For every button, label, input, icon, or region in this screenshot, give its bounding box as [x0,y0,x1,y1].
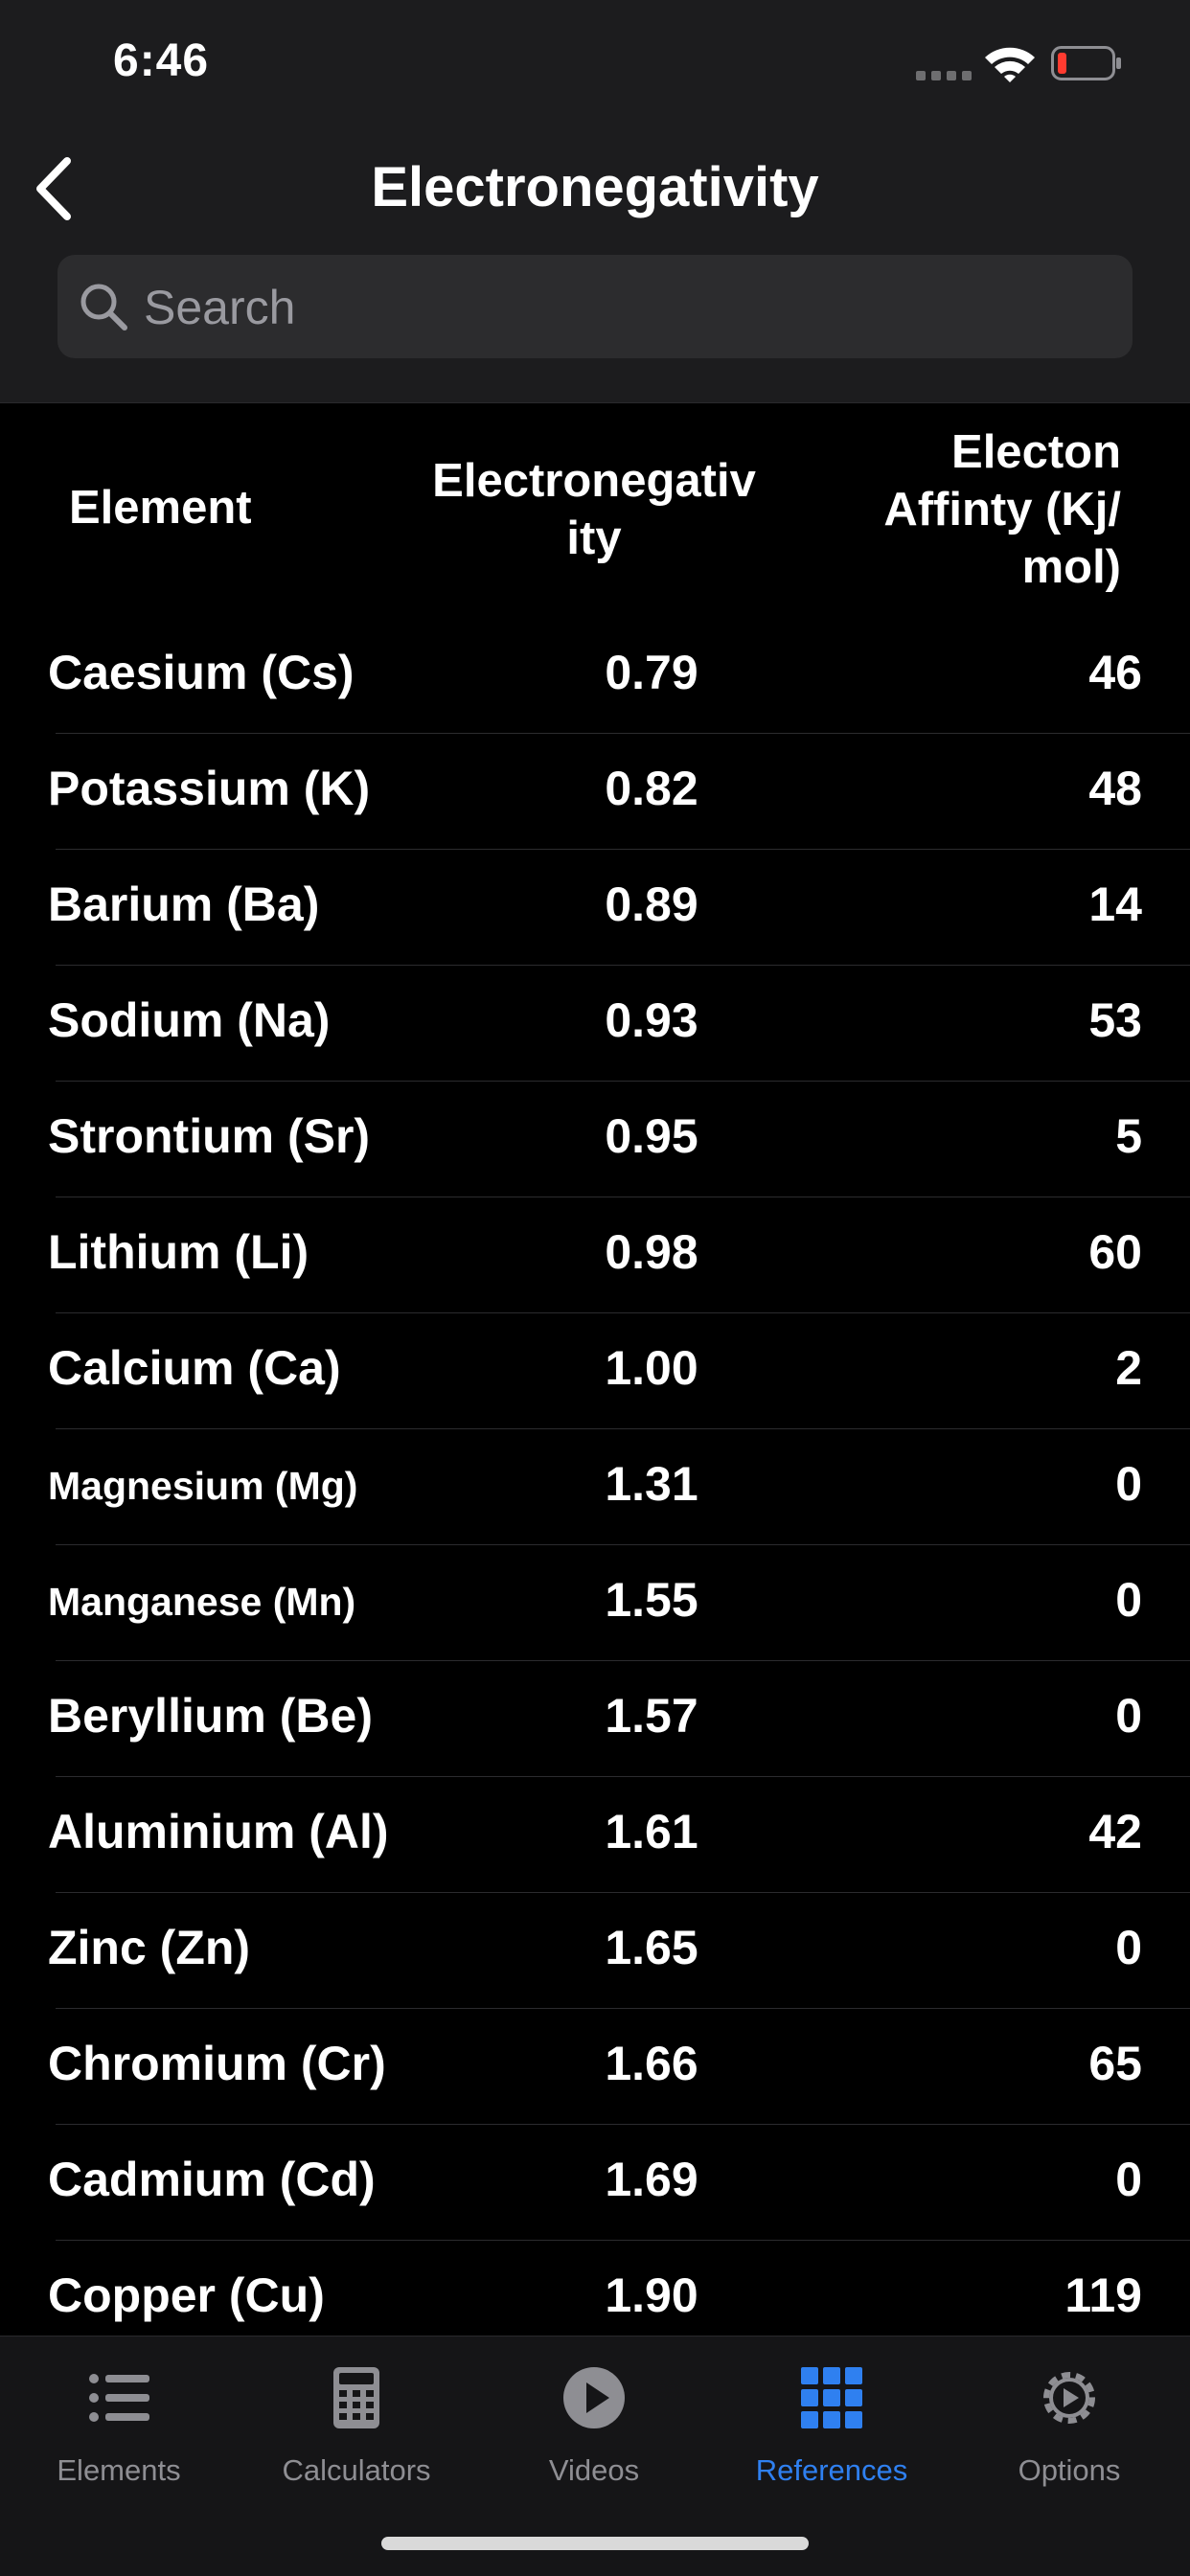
tab-label: Options [1018,2453,1121,2487]
electronegativity-value: 1.00 [605,1341,698,1395]
electron-affinity-value: 53 [1088,993,1142,1047]
electronegativity-value: 1.61 [605,1805,698,1858]
cellular-signal-icon [916,71,972,80]
gear-icon [1043,2372,1095,2424]
element-name: Copper (Cu) [48,2268,325,2322]
table-row[interactable]: Calcium (Ca) 1.00 2 [48,1313,1190,1429]
electronegativity-value: 0.93 [605,993,698,1047]
element-name: Zinc (Zn) [48,1921,251,1974]
page-title: Electronegativity [371,156,819,218]
tab-label: Elements [57,2453,181,2487]
element-name: Lithium (Li) [48,1225,309,1279]
wifi-icon [985,47,1035,82]
tab-options[interactable]: Options [950,2337,1188,2528]
electron-affinity-value: 48 [1088,762,1142,815]
status-time: 6:46 [113,35,210,86]
table-row[interactable]: Sodium (Na) 0.93 53 [48,966,1190,1082]
tab-references[interactable]: References [713,2337,950,2528]
header: 6:46 Electronegativity [0,0,1190,403]
play-icon [563,2367,625,2428]
tab-videos[interactable]: Videos [475,2337,713,2528]
tab-calculators[interactable]: Calculators [238,2337,475,2528]
home-indicator[interactable] [381,2537,809,2550]
table-row[interactable]: Magnesium (Mg) 1.31 0 [48,1429,1190,1545]
element-name: Aluminium (Al) [48,1805,389,1858]
element-name: Chromium (Cr) [48,2037,386,2090]
table-row[interactable]: Beryllium (Be) 1.57 0 [48,1661,1190,1777]
element-name: Beryllium (Be) [48,1689,373,1743]
electron-affinity-value: 0 [1115,1457,1142,1511]
battery-icon [1051,46,1121,80]
electronegativity-value: 1.65 [605,1921,698,1974]
table-header: Element Electronegativ ity Electon Affin… [0,402,1190,632]
element-name: Calcium (Ca) [48,1341,341,1395]
electronegativity-value: 1.90 [605,2268,698,2322]
tab-elements[interactable]: Elements [0,2337,238,2528]
calculator-icon [333,2367,379,2428]
electronegativity-value: 0.95 [605,1109,698,1163]
electron-affinity-value: 0 [1115,2153,1142,2206]
electronegativity-value: 0.98 [605,1225,698,1279]
tab-label: Videos [548,2453,640,2487]
element-name: Manganese (Mn) [48,1580,356,1624]
search-bar[interactable] [57,255,1133,360]
table-row[interactable]: Chromium (Cr) 1.66 65 [48,2009,1190,2125]
electronegativity-value: 1.57 [605,1689,698,1743]
element-name: Sodium (Na) [48,993,331,1047]
tab-label: Calculators [282,2453,431,2487]
element-name: Barium (Ba) [48,878,320,931]
electron-affinity-value: 5 [1115,1109,1142,1163]
electron-affinity-value: 60 [1088,1225,1142,1279]
table-row[interactable]: Barium (Ba) 0.89 14 [48,850,1190,966]
element-name: Potassium (K) [48,762,371,815]
element-name: Cadmium (Cd) [48,2153,376,2206]
table-row[interactable]: Manganese (Mn) 1.55 0 [48,1545,1190,1661]
element-name: Strontium (Sr) [48,1109,371,1163]
grid-icon [801,2367,862,2428]
table-row[interactable]: Aluminium (Al) 1.61 42 [48,1777,1190,1893]
electronegativity-value: 0.79 [605,646,698,699]
table-row[interactable]: Caesium (Cs) 0.79 46 [48,618,1190,734]
electron-affinity-value: 65 [1088,2037,1142,2090]
electron-affinity-value: 0 [1115,1921,1142,1974]
electron-affinity-value: 0 [1115,1573,1142,1627]
table-row[interactable]: Cadmium (Cd) 1.69 0 [48,2125,1190,2241]
electron-affinity-value: 0 [1115,1689,1142,1743]
tab-label: References [755,2453,908,2487]
table-row[interactable]: Potassium (K) 0.82 48 [48,734,1190,850]
electron-affinity-value: 2 [1115,1341,1142,1395]
search-icon [80,284,127,331]
electron-affinity-value: 42 [1088,1805,1142,1858]
table-row[interactable]: Strontium (Sr) 0.95 5 [48,1082,1190,1197]
column-header-electronegativity[interactable]: Electronegativ ity [422,452,767,567]
electronegativity-value: 0.82 [605,762,698,815]
electronegativity-value: 1.66 [605,2037,698,2090]
electron-affinity-value: 119 [1064,2268,1142,2322]
electronegativity-value: 0.89 [605,878,698,931]
electronegativity-value: 1.69 [605,2153,698,2206]
column-header-electron-affinity[interactable]: Electon Affinty (Kj/ mol) [814,423,1121,596]
element-name: Caesium (Cs) [48,646,355,699]
electron-affinity-value: 46 [1088,646,1142,699]
electron-affinity-value: 14 [1088,878,1142,931]
list-icon [89,2374,149,2422]
table-row[interactable]: Zinc (Zn) 1.65 0 [48,1893,1190,2009]
electronegativity-value: 1.31 [605,1457,698,1511]
element-table: Caesium (Cs) 0.79 46 Potassium (K) 0.82 … [0,618,1190,2357]
search-input[interactable] [142,255,1104,360]
element-name: Magnesium (Mg) [48,1464,358,1508]
column-header-element[interactable]: Element [69,479,252,536]
table-row[interactable]: Lithium (Li) 0.98 60 [48,1197,1190,1313]
electronegativity-value: 1.55 [605,1573,698,1627]
